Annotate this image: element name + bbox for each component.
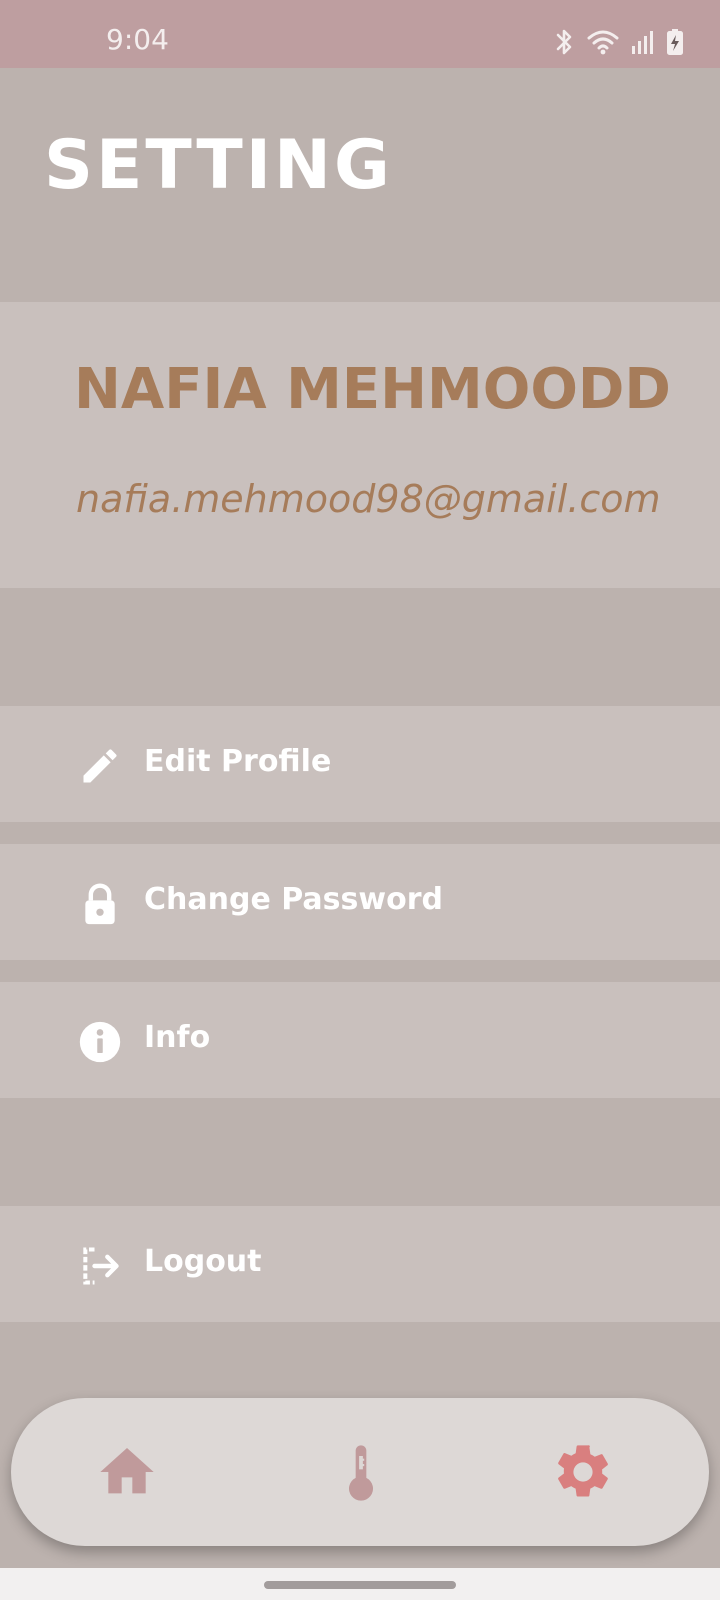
menu-item-label: Logout xyxy=(144,1244,262,1279)
page-title: SETTING xyxy=(44,126,393,205)
nav-home-button[interactable] xyxy=(95,1440,159,1504)
menu-item-edit-profile[interactable]: Edit Profile xyxy=(0,706,720,822)
home-icon xyxy=(95,1440,159,1504)
gear-icon xyxy=(551,1440,615,1504)
profile-name: NAFIA MEHMOODD xyxy=(74,357,671,422)
gesture-area xyxy=(0,1568,720,1600)
status-bar: 9:04 xyxy=(0,0,720,68)
battery-charging-icon xyxy=(666,28,684,56)
menu-item-label: Change Password xyxy=(144,882,443,917)
logout-icon xyxy=(78,1244,122,1288)
menu-item-info[interactable]: Info xyxy=(0,982,720,1098)
menu-item-label: Info xyxy=(144,1020,211,1055)
nav-temperature-button[interactable] xyxy=(329,1440,393,1504)
wifi-icon xyxy=(586,28,620,56)
menu-item-label: Edit Profile xyxy=(144,744,332,779)
nav-settings-button[interactable] xyxy=(551,1440,615,1504)
status-icons xyxy=(552,28,684,56)
bluetooth-icon xyxy=(552,28,576,56)
menu-item-change-password[interactable]: Change Password xyxy=(0,844,720,960)
profile-card: NAFIA MEHMOODD nafia.mehmood98@gmail.com xyxy=(0,302,720,588)
bottom-nav xyxy=(11,1398,709,1546)
status-time: 9:04 xyxy=(106,23,169,56)
menu-item-logout[interactable]: Logout xyxy=(0,1206,720,1322)
gesture-handle[interactable] xyxy=(264,1581,456,1589)
info-icon xyxy=(78,1020,122,1064)
thermometer-icon xyxy=(329,1440,393,1504)
pencil-icon xyxy=(78,744,122,788)
lock-icon xyxy=(78,882,122,926)
signal-icon xyxy=(630,28,656,56)
profile-email: nafia.mehmood98@gmail.com xyxy=(76,477,661,521)
